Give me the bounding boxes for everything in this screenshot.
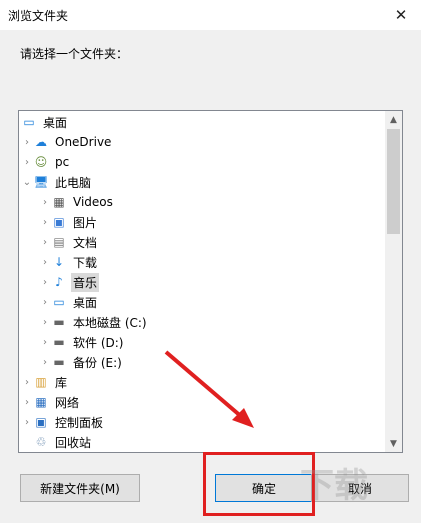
watermark: 下载 [300, 466, 368, 506]
annotation-arrow [164, 350, 254, 428]
